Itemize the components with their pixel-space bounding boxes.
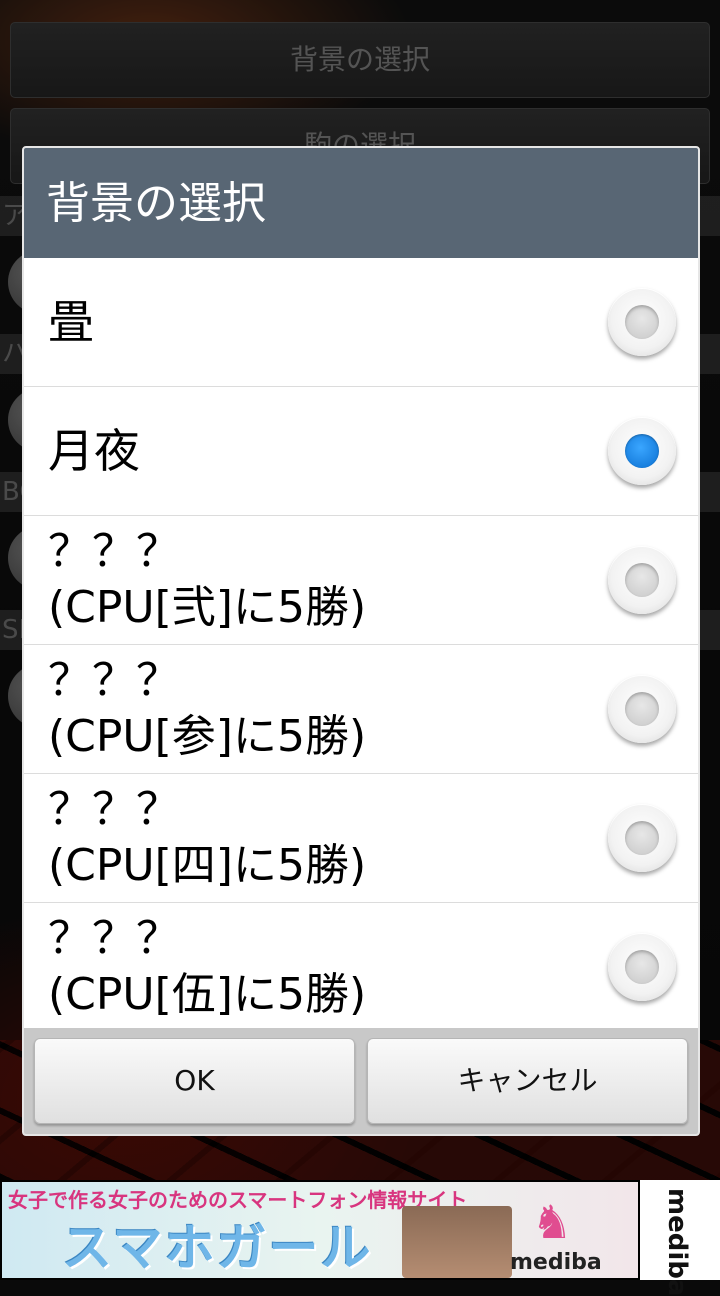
option-list[interactable]: 畳 月夜 ？？？ (CPU[弐]に5勝) ？？？ (CPU[参]に5勝) ？？？… xyxy=(24,258,698,1028)
ad-title: スマホガール xyxy=(62,1219,373,1277)
ad-banner[interactable]: 女子で作る女子のためのスマートフォン情報サイト スマホガール ♞ mediba … xyxy=(0,1180,720,1296)
radio-button[interactable] xyxy=(608,675,676,743)
ad-content[interactable]: 女子で作る女子のためのスマートフォン情報サイト スマホガール ♞ mediba xyxy=(2,1182,638,1278)
radio-dot-icon xyxy=(625,821,659,855)
radio-dot-icon xyxy=(625,305,659,339)
option-moonlit-night[interactable]: 月夜 xyxy=(24,387,698,516)
radio-button-selected[interactable] xyxy=(608,417,676,485)
option-locked-2[interactable]: ？？？ (CPU[弐]に5勝) xyxy=(24,516,698,645)
radio-dot-icon xyxy=(625,434,659,468)
rocking-horse-icon: ♞ xyxy=(531,1195,573,1249)
radio-button[interactable] xyxy=(608,804,676,872)
ok-button[interactable]: OK xyxy=(34,1038,355,1124)
radio-button[interactable] xyxy=(608,933,676,1001)
option-tatami[interactable]: 畳 xyxy=(24,258,698,387)
radio-button[interactable] xyxy=(608,546,676,614)
ad-photo-image xyxy=(402,1206,512,1278)
option-locked-3[interactable]: ？？？ (CPU[参]に5勝) xyxy=(24,645,698,774)
radio-button[interactable] xyxy=(608,288,676,356)
radio-dot-icon xyxy=(625,950,659,984)
option-label: 月夜 xyxy=(48,424,140,478)
option-locked-5[interactable]: ？？？ (CPU[伍]に5勝) xyxy=(24,903,698,1028)
ad-brand-logo: mediba xyxy=(640,1180,720,1296)
dialog-title: 背景の選択 xyxy=(24,148,698,258)
option-locked-4[interactable]: ？？？ (CPU[四]に5勝) xyxy=(24,774,698,903)
option-label: ？？？ (CPU[伍]に5勝) xyxy=(48,913,367,1020)
radio-dot-icon xyxy=(625,692,659,726)
cancel-button[interactable]: キャンセル xyxy=(367,1038,688,1124)
option-label: ？？？ (CPU[参]に5勝) xyxy=(48,655,367,762)
dialog-button-bar: OK キャンセル xyxy=(24,1028,698,1134)
ad-brand-label: mediba xyxy=(510,1250,602,1275)
background-select-dialog: 背景の選択 畳 月夜 ？？？ (CPU[弐]に5勝) ？？？ (CPU[参]に5… xyxy=(22,146,700,1136)
option-label: 畳 xyxy=(48,295,94,349)
radio-dot-icon xyxy=(625,563,659,597)
option-label: ？？？ (CPU[四]に5勝) xyxy=(48,784,367,891)
option-label: ？？？ (CPU[弐]に5勝) xyxy=(48,526,367,633)
